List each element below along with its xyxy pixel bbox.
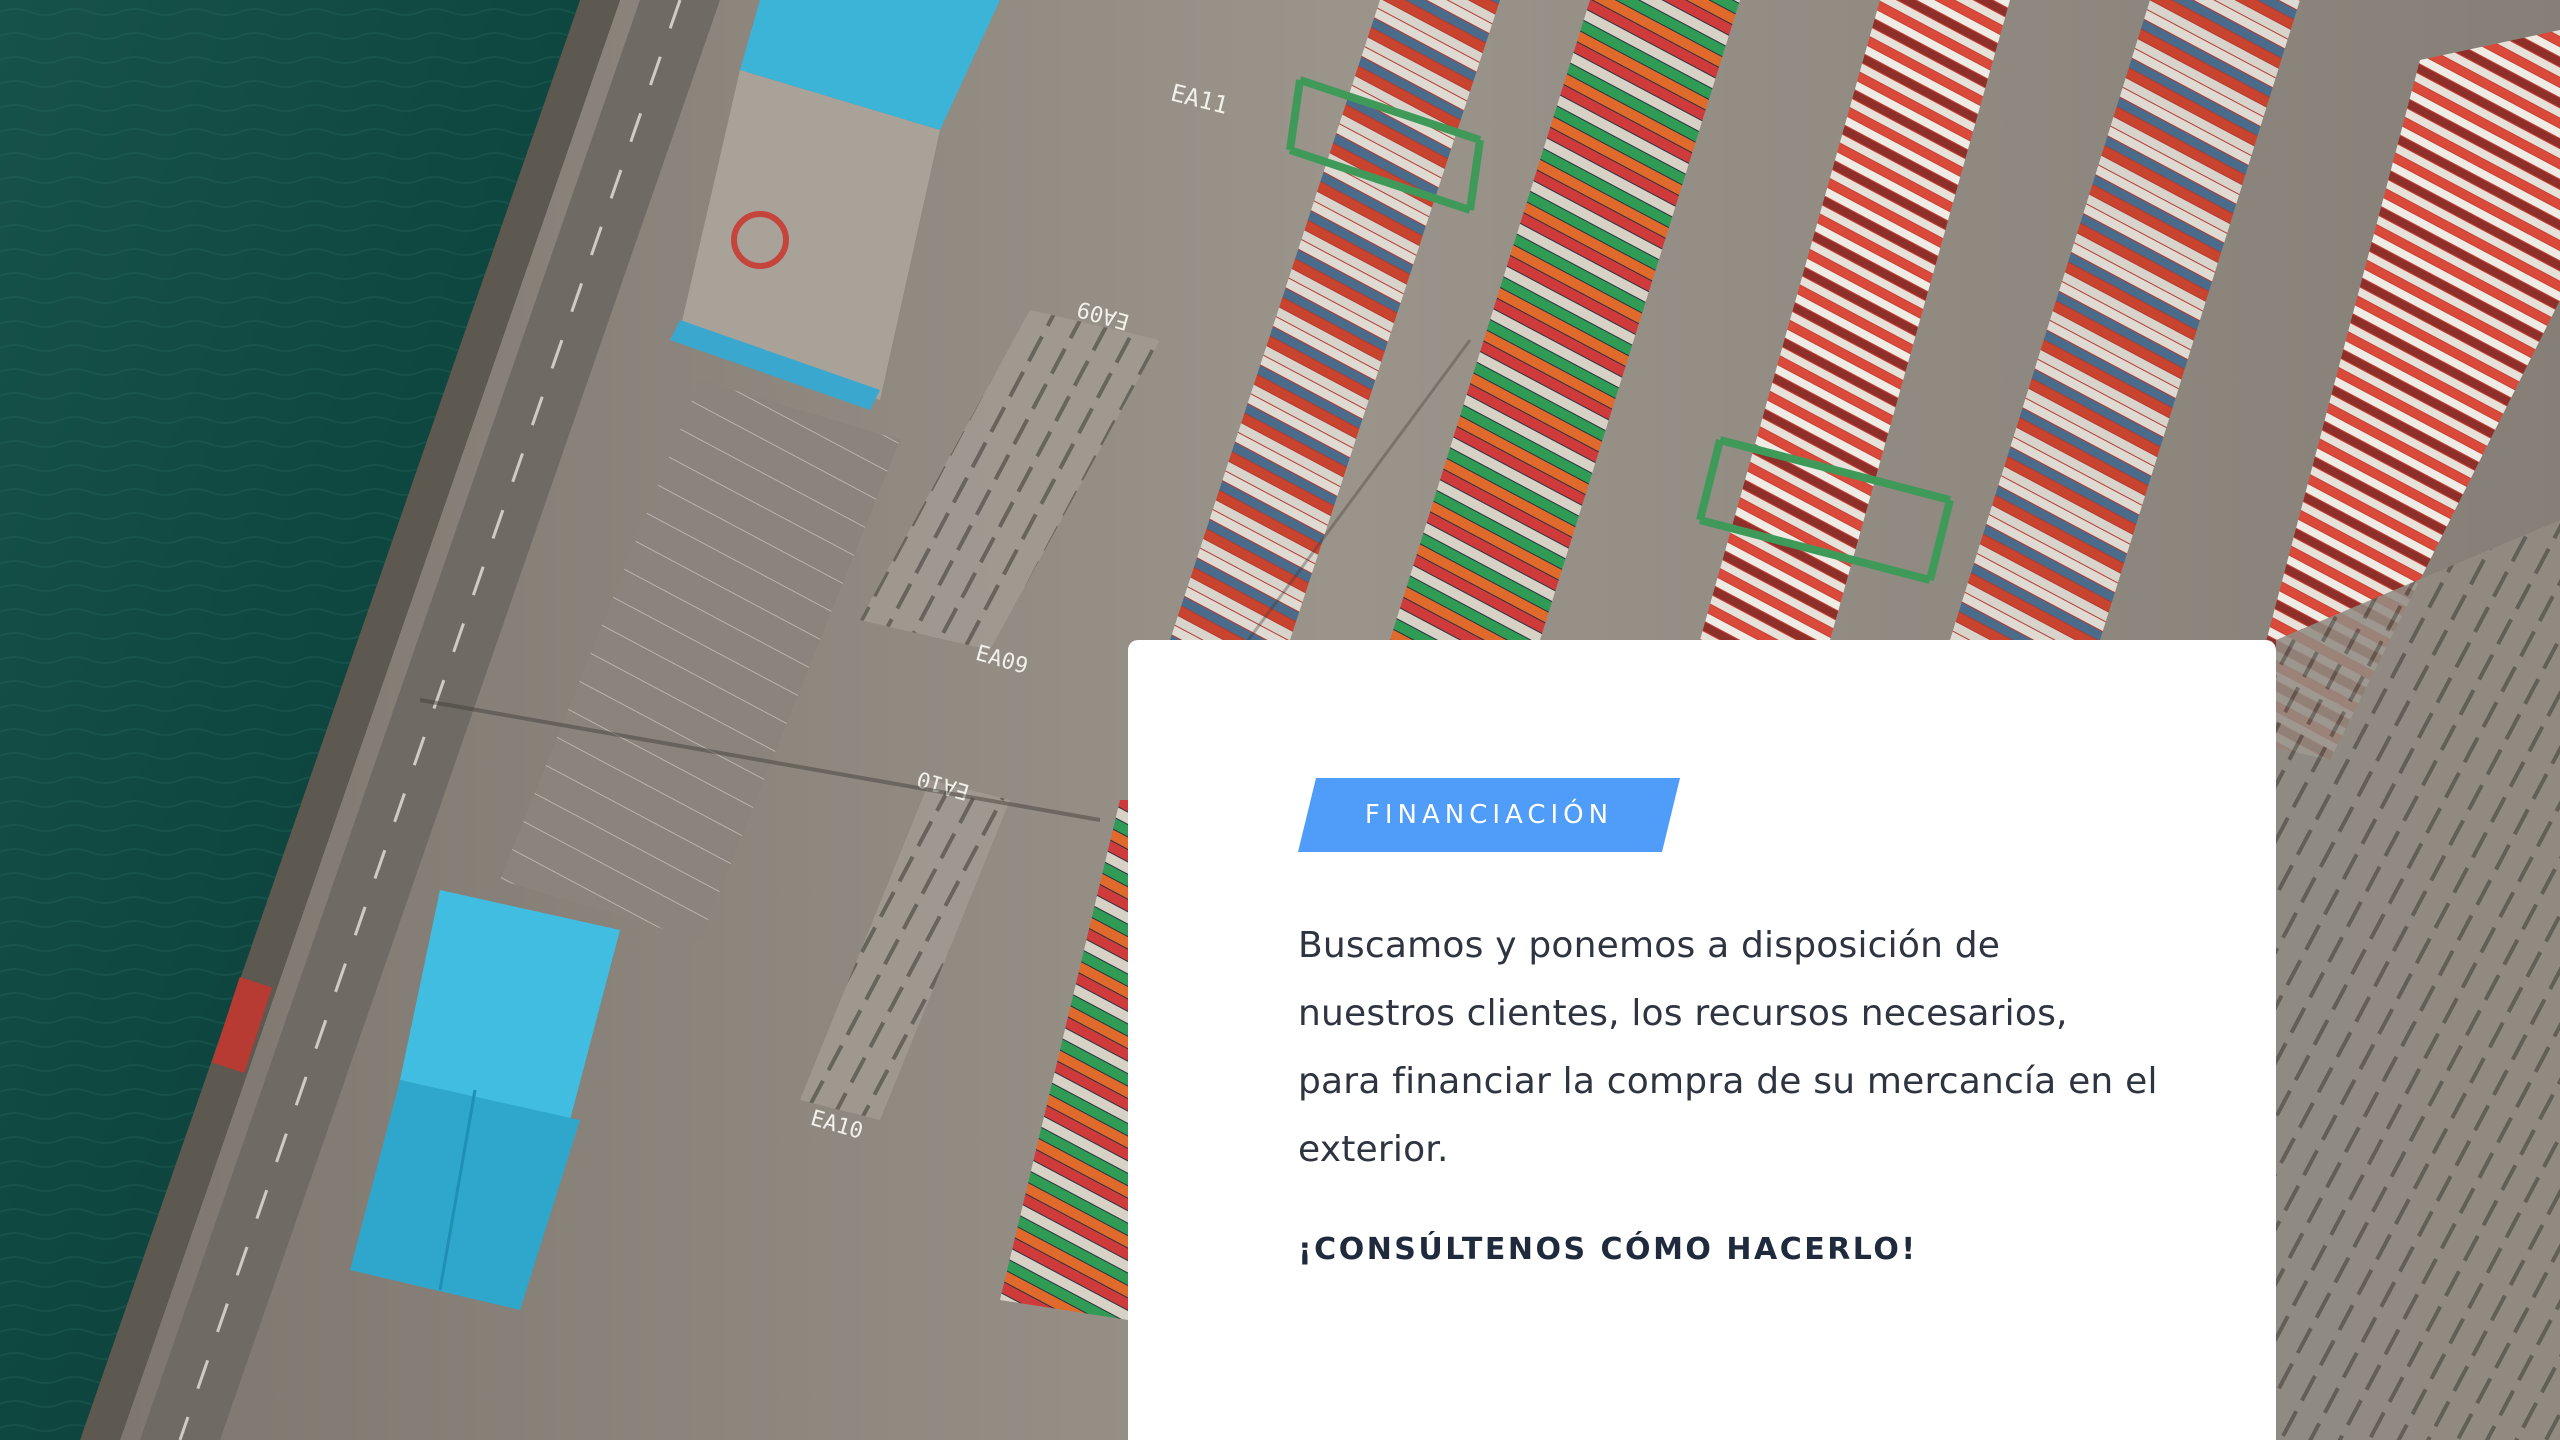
call-to-action-text: ¡CONSÚLTENOS CÓMO HACERLO! — [1298, 1232, 1918, 1267]
financing-card: FINANCIACIÓN Buscamos y ponemos a dispos… — [1128, 640, 2276, 1440]
category-tag: FINANCIACIÓN — [1298, 778, 1680, 852]
category-tag-label: FINANCIACIÓN — [1364, 800, 1614, 830]
card-description: Buscamos y ponemos a disposición de nues… — [1298, 925, 2158, 1170]
